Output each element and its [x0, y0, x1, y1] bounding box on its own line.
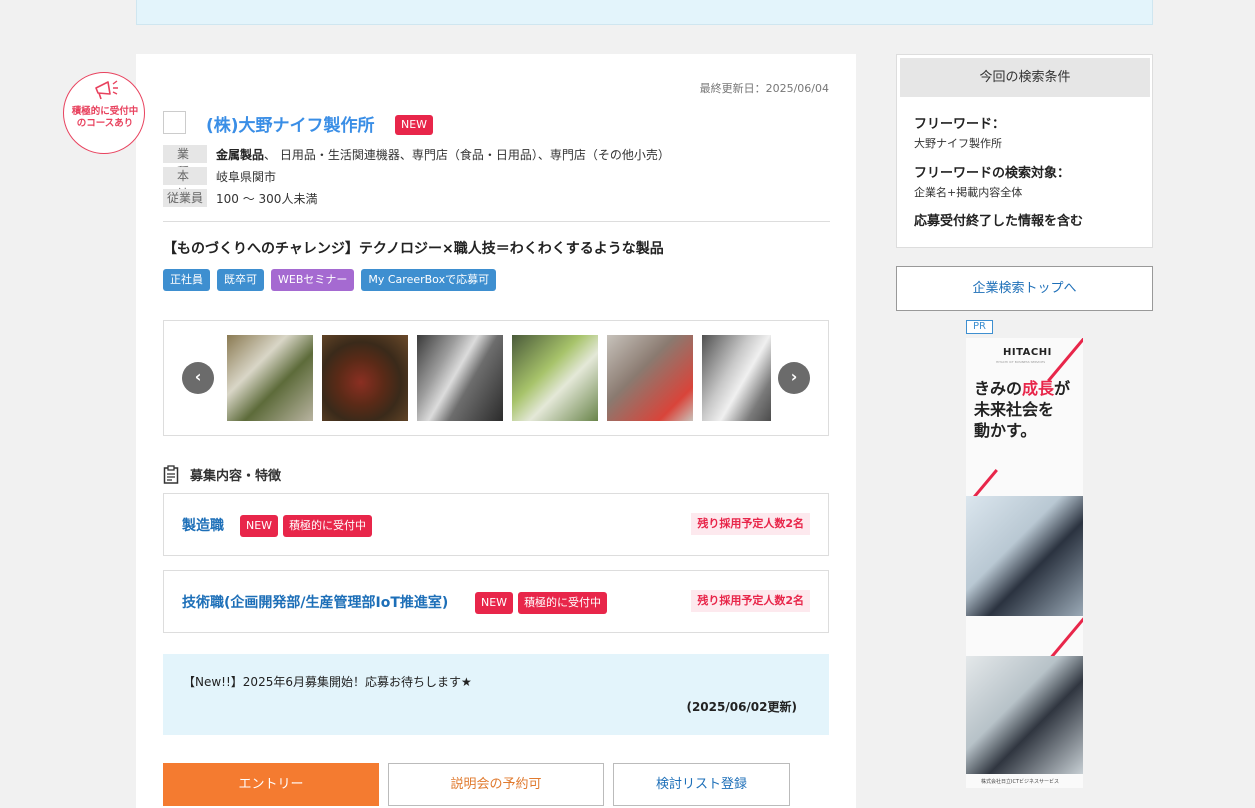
search-conditions-box: 今回の検索条件 フリーワード： 大野ナイフ製作所 フリーワードの検索対象： 企業…: [896, 54, 1153, 248]
job-badges: NEW 積極的に受付中: [240, 515, 373, 537]
gallery-photo[interactable]: [417, 335, 503, 421]
industry-main: 金属製品: [216, 147, 265, 162]
add-to-list-button[interactable]: 検討リスト登録: [613, 763, 790, 806]
pr-label: PR: [966, 320, 993, 334]
job-badges: NEW 積極的に受付中: [475, 592, 608, 614]
hq-label: 本 社: [163, 167, 207, 201]
clipboard-icon: [163, 465, 179, 484]
search-conditions-title: 今回の検索条件: [900, 58, 1150, 97]
search-target-label: フリーワードの検索対象：: [914, 166, 1071, 181]
ad-decoration: [1047, 614, 1083, 662]
ad-copy-4: 動かす。: [974, 421, 1037, 440]
gallery-thumbnails: [227, 335, 771, 421]
new-badge: NEW: [240, 515, 279, 537]
notice-date: (2025/06/02更新): [686, 700, 797, 714]
employees-value: 100 〜 300人未満: [216, 191, 318, 206]
megaphone-icon: [95, 80, 118, 100]
freeword-label: フリーワード：: [914, 117, 1006, 132]
seminar-button[interactable]: 説明会の予約可: [388, 763, 604, 806]
notice-box: 【New!!】2025年6月募集開始！応募お待ちします★ (2025/06/02…: [163, 654, 829, 735]
last-updated: 最終更新日：2025/06/04: [699, 82, 829, 95]
tag-graduate-ok: 既卒可: [217, 269, 264, 291]
gallery-next-button[interactable]: ›: [778, 362, 810, 394]
remaining-badge: 残り採用予定人数2名: [691, 590, 810, 612]
ad-logo: HITACHI: [1003, 347, 1052, 358]
tag-web-seminar: WEBセミナー: [271, 269, 355, 291]
remaining-badge: 残り採用予定人数2名: [691, 513, 810, 535]
hq-row: 本 社 岐阜県関市: [163, 167, 277, 201]
entry-button[interactable]: エントリー: [163, 763, 379, 806]
job-row[interactable]: 製造職 NEW 積極的に受付中 残り採用予定人数2名: [163, 493, 829, 556]
new-badge: NEW: [395, 115, 434, 135]
employees-row: 従業員 100 〜 300人未満: [163, 189, 317, 207]
recruit-heading-text: 募集内容・特徴: [190, 469, 282, 484]
ad-copy-2: が: [1054, 379, 1071, 398]
select-checkbox[interactable]: [163, 111, 186, 134]
top-banner: [136, 0, 1153, 25]
tag-fulltime: 正社員: [163, 269, 210, 291]
ad-copy-1: きみの: [974, 379, 1023, 398]
ad-banner[interactable]: PR HITACHI HITACHI ICT BUSINESS SERVICES…: [966, 320, 1083, 788]
active-badge: 積極的に受付中: [518, 592, 608, 614]
gallery-photo[interactable]: [227, 335, 313, 421]
gallery-photo[interactable]: [512, 335, 598, 421]
company-search-top-link[interactable]: 企業検索トップへ: [896, 266, 1153, 311]
ad-footer: 株式会社日立ICTビジネスサービス: [981, 779, 1060, 785]
ad-copy-3: 未来社会を: [974, 400, 1055, 419]
catchphrase: 【ものづくりへのチャレンジ】テクノロジー×職人技＝わくわくするような製品: [163, 241, 664, 257]
ad-body[interactable]: HITACHI HITACHI ICT BUSINESS SERVICES きみ…: [966, 338, 1083, 788]
ad-photo: [966, 496, 1083, 616]
photo-gallery: ‹ ›: [163, 320, 829, 436]
recruit-heading: 募集内容・特徴: [163, 465, 281, 484]
industry-rest: 、 日用品・生活関連機器、専門店（食品・日用品）、専門店（その他小売）: [264, 147, 670, 162]
industry-label: 業 種: [163, 145, 207, 179]
new-badge: NEW: [475, 592, 514, 614]
search-target-value: 企業名+掲載内容全体: [914, 186, 1023, 199]
ad-decoration: [1047, 338, 1083, 382]
gallery-photo[interactable]: [702, 335, 771, 421]
ad-copy: きみの成長が 未来社会を 動かす。: [974, 378, 1070, 441]
gallery-prev-button[interactable]: ‹: [182, 362, 214, 394]
job-row[interactable]: 技術職(企画開発部/生産管理部IoT推進室) NEW 積極的に受付中 残り採用予…: [163, 570, 829, 633]
stamp-text: 積極的に受付中のコースあり: [71, 106, 139, 129]
notice-text: 【New!!】2025年6月募集開始！応募お待ちします★: [183, 675, 472, 689]
include-closed-label: 応募受付終了した情報を含む: [914, 214, 1084, 229]
feature-tags: 正社員 既卒可 WEBセミナー My CareerBoxで応募可: [163, 269, 497, 291]
active-course-stamp: 積極的に受付中のコースあり: [63, 72, 145, 154]
divider: [163, 221, 830, 222]
job-title-link[interactable]: 技術職(企画開発部/生産管理部IoT推進室): [182, 592, 448, 612]
hq-value: 岐阜県関市: [216, 169, 277, 184]
ad-sub: HITACHI ICT BUSINESS SERVICES: [996, 360, 1046, 364]
active-badge: 積極的に受付中: [283, 515, 373, 537]
ad-photo: [966, 656, 1083, 774]
freeword-value: 大野ナイフ製作所: [914, 137, 1002, 150]
tag-careerbox: My CareerBoxで応募可: [361, 269, 497, 291]
employees-label: 従業員: [163, 189, 207, 207]
gallery-photo[interactable]: [322, 335, 408, 421]
company-name-link[interactable]: (株)大野ナイフ製作所: [206, 111, 375, 136]
job-title-link[interactable]: 製造職: [182, 515, 224, 535]
industry-row: 業 種 金属製品 、 日用品・生活関連機器、専門店（食品・日用品）、専門店（その…: [163, 145, 670, 179]
company-card: 最終更新日：2025/06/04 (株)大野ナイフ製作所 NEW 業 種 金属製…: [136, 54, 856, 808]
gallery-photo[interactable]: [607, 335, 693, 421]
